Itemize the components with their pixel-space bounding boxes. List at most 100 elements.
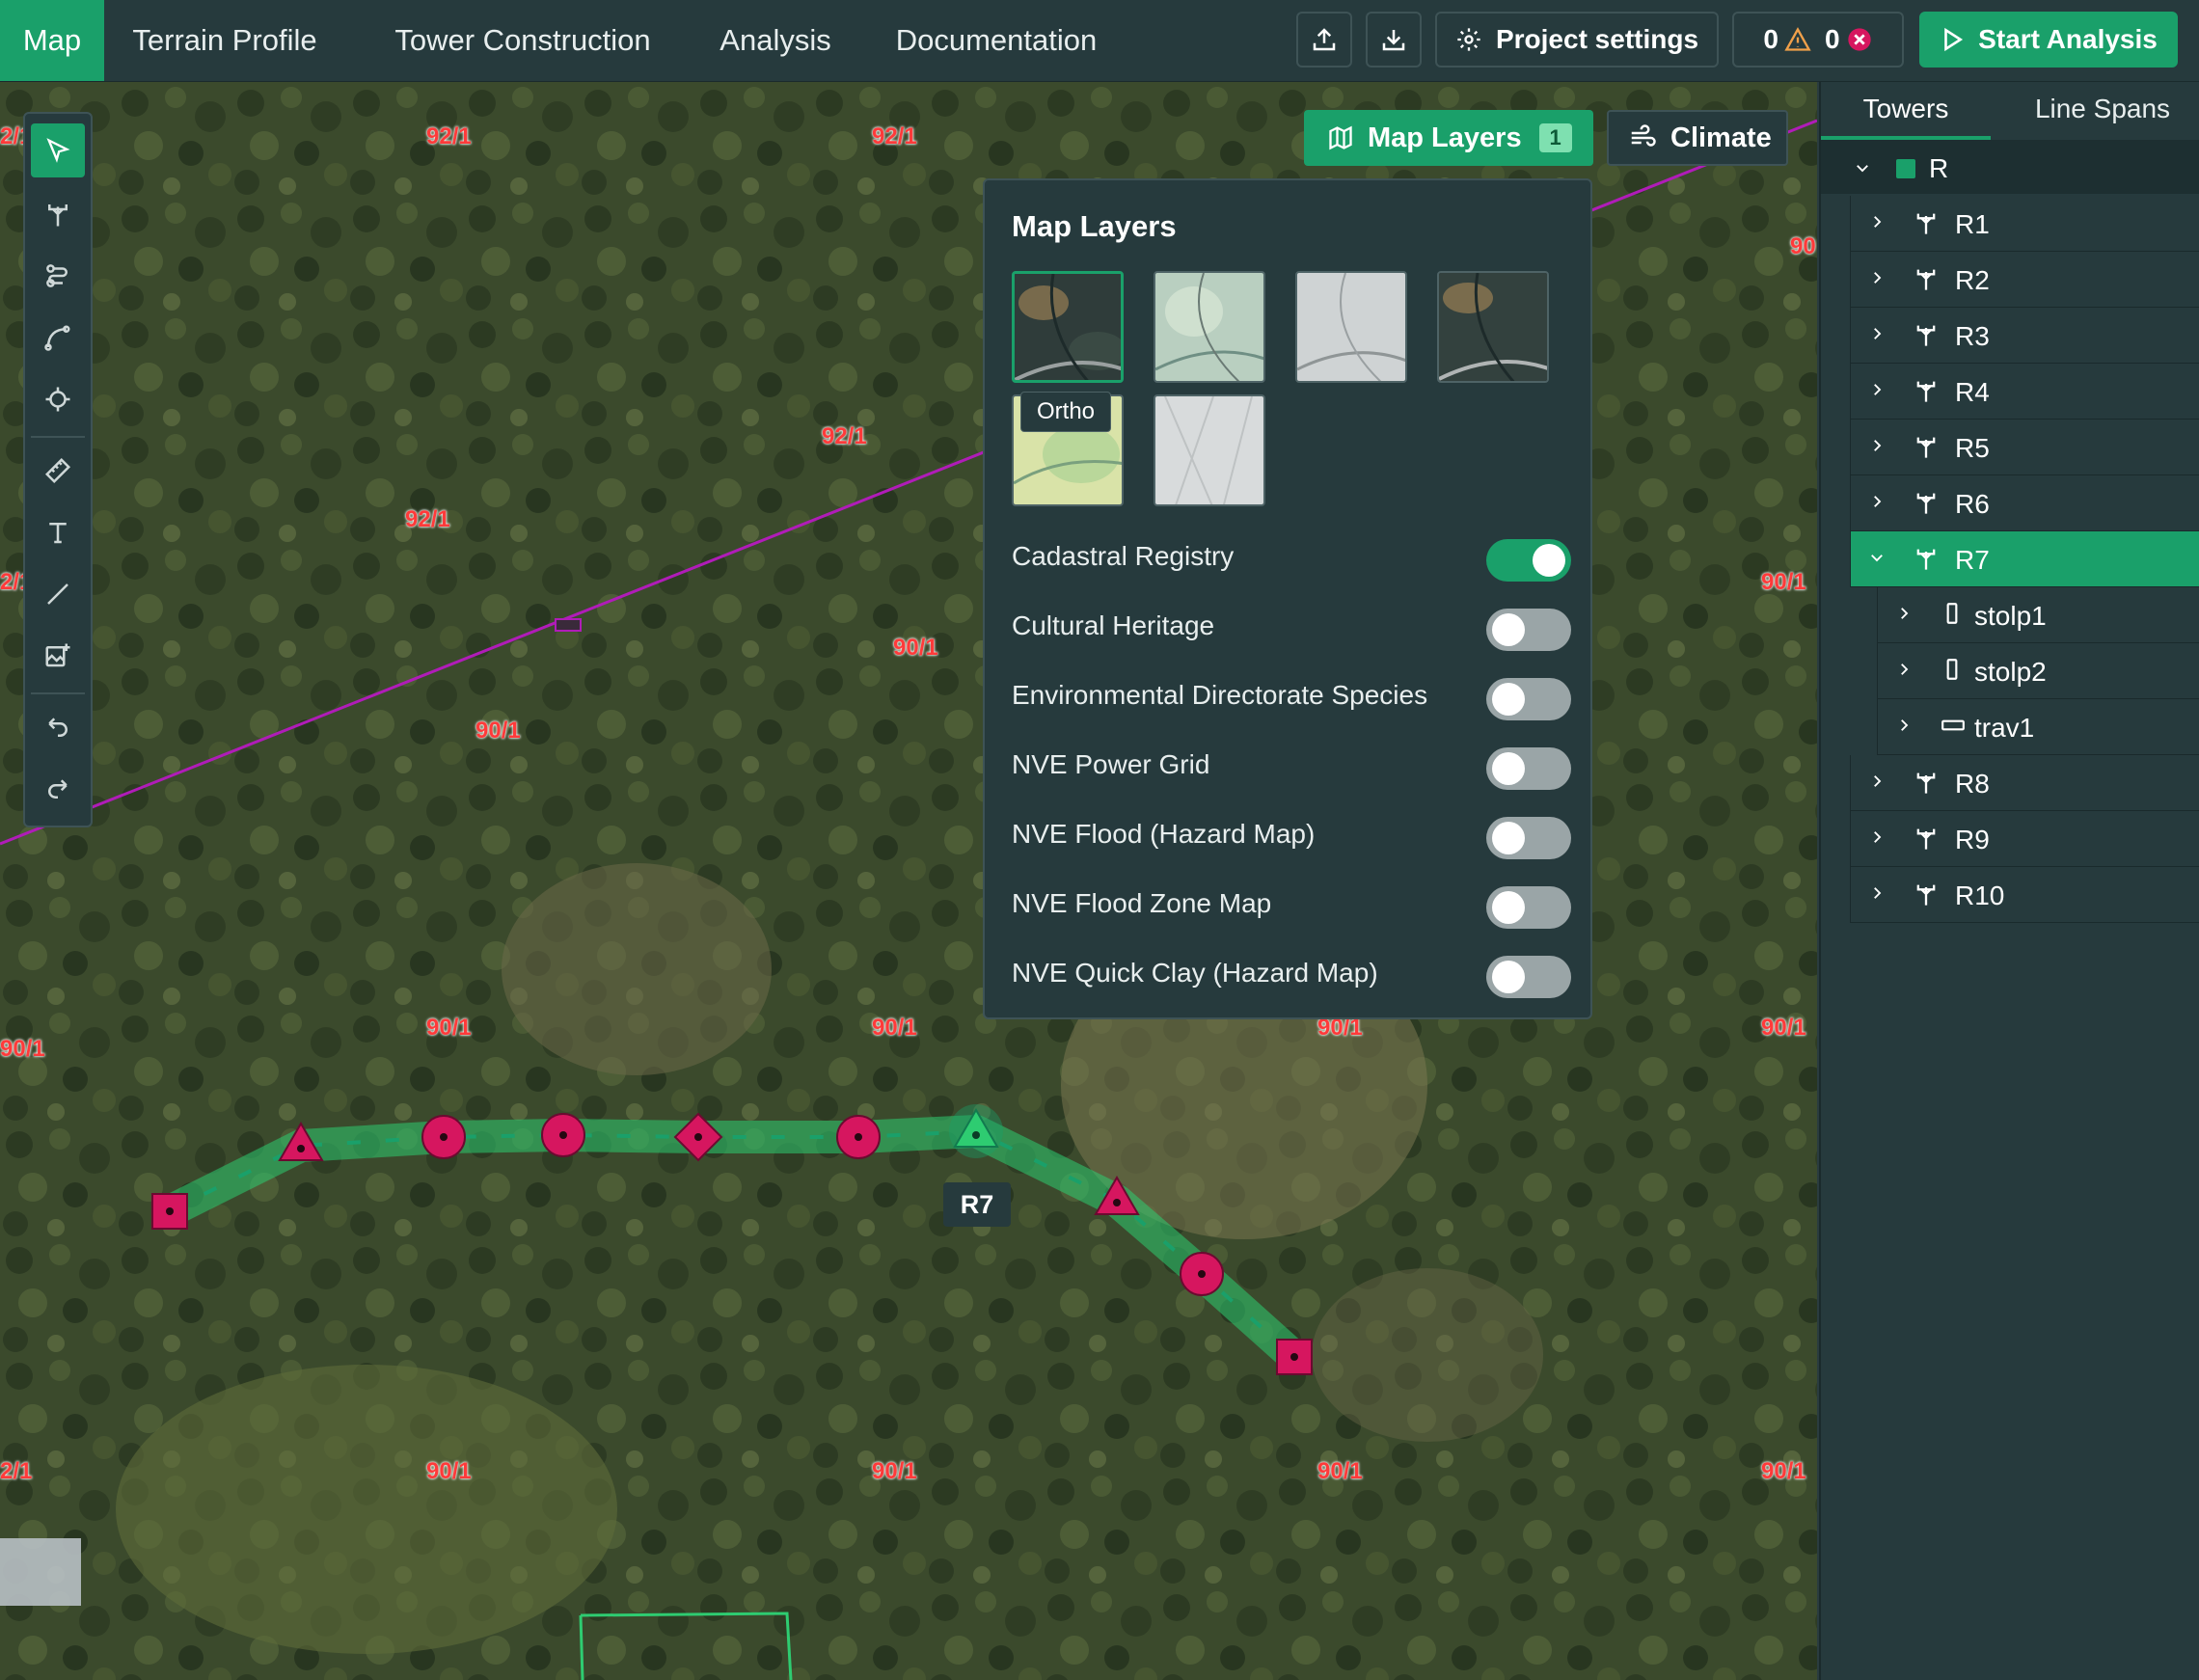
tree-tower-r8[interactable]: R8: [1850, 755, 2199, 811]
tree-tower-label: R7: [1955, 545, 1990, 575]
basemap-grey[interactable]: [1295, 271, 1407, 383]
curve-tool-button[interactable]: [31, 311, 85, 365]
start-analysis-button[interactable]: Start Analysis: [1919, 12, 2178, 68]
layer-label: NVE Quick Clay (Hazard Map): [1012, 958, 1378, 988]
nve-flood-zone-toggle[interactable]: [1486, 886, 1571, 929]
tower-marker-r4[interactable]: [541, 1113, 585, 1157]
map-layers-panel: Map Layers Cadastral Registry Cultural H…: [983, 178, 1592, 1019]
tower-icon: [1916, 828, 1936, 850]
nve-quick-clay-toggle[interactable]: [1486, 956, 1571, 998]
chevron-right-icon[interactable]: [1868, 213, 1886, 230]
layer-row-nve-flood-hazard: NVE Flood (Hazard Map): [1012, 805, 1571, 863]
tower-marker-r7[interactable]: [949, 1104, 1003, 1158]
basemap-ortho-dark[interactable]: [1012, 271, 1124, 383]
tree-tower-r10[interactable]: R10: [1850, 867, 2199, 923]
tower-marker-r2[interactable]: [278, 1122, 324, 1161]
locate-tool-button[interactable]: [31, 372, 85, 426]
layer-row-cultural-heritage: Cultural Heritage: [1012, 597, 1571, 655]
tree-tower-r6[interactable]: R6: [1850, 475, 2199, 531]
tab-map[interactable]: Map: [0, 0, 104, 81]
cadastral-registry-toggle[interactable]: [1486, 539, 1571, 582]
tree-tower-label: R9: [1955, 825, 1990, 854]
tree-tower-r1[interactable]: R1: [1850, 196, 2199, 252]
upload-icon: [1313, 28, 1336, 51]
tower-marker-r9[interactable]: [1180, 1252, 1224, 1296]
basemap-light-grey[interactable]: [1154, 394, 1265, 506]
add-image-tool-button[interactable]: [31, 629, 85, 683]
basemap-topographic[interactable]: [1154, 271, 1265, 383]
start-analysis-label: Start Analysis: [1978, 24, 2158, 54]
tower-marker-r10[interactable]: [1276, 1339, 1313, 1375]
text-tool-button[interactable]: [31, 505, 85, 559]
route-tool-button[interactable]: [31, 249, 85, 303]
cursor-icon: [46, 138, 70, 163]
tree-component-trav1[interactable]: trav1: [1877, 699, 2199, 755]
chevron-right-icon[interactable]: [1868, 493, 1886, 510]
chevron-right-icon[interactable]: [1868, 325, 1886, 342]
tree-tower-r7[interactable]: R7: [1850, 531, 2199, 587]
import-button[interactable]: [1366, 12, 1422, 68]
climate-button[interactable]: Climate: [1607, 110, 1788, 166]
environmental-species-toggle[interactable]: [1486, 678, 1571, 720]
tree-tower-r3[interactable]: R3: [1850, 308, 2199, 364]
cultural-heritage-toggle[interactable]: [1486, 609, 1571, 651]
map-layers-button[interactable]: Map Layers 1: [1304, 110, 1593, 166]
tower-marker-r8[interactable]: [1094, 1176, 1140, 1215]
issues-indicator[interactable]: 0 0: [1732, 12, 1904, 68]
layer-row-cadastral-registry: Cadastral Registry: [1012, 528, 1571, 585]
line-icon: [47, 583, 68, 605]
chevron-right-icon[interactable]: [1868, 437, 1886, 454]
tree-tower-r4[interactable]: R4: [1850, 364, 2199, 420]
chevron-right-icon[interactable]: [1895, 605, 1913, 622]
tower-marker-r3[interactable]: [421, 1115, 466, 1159]
tree-tower-label: R3: [1955, 321, 1990, 351]
tab-line-spans[interactable]: Line Spans: [2006, 82, 2199, 136]
nve-flood-hazard-toggle[interactable]: [1486, 817, 1571, 859]
chevron-right-icon[interactable]: [1895, 661, 1913, 678]
chevron-right-icon[interactable]: [1868, 772, 1886, 790]
redo-button[interactable]: [31, 762, 85, 816]
tree-component-stolp1[interactable]: stolp1: [1877, 587, 2199, 643]
chevron-right-icon[interactable]: [1895, 717, 1913, 734]
layer-label: Environmental Directorate Species: [1012, 680, 1428, 710]
chevron-right-icon[interactable]: [1868, 884, 1886, 902]
tab-terrain-profile[interactable]: Terrain Profile: [114, 0, 336, 81]
line-tool-button[interactable]: [31, 567, 85, 621]
parcel-label: 90/1: [872, 1015, 917, 1041]
tree-component-stolp2[interactable]: stolp2: [1877, 643, 2199, 699]
tab-tower-construction[interactable]: Tower Construction: [372, 0, 673, 81]
tab-towers[interactable]: Towers: [1821, 82, 1991, 140]
undo-button[interactable]: [31, 700, 85, 754]
chevron-right-icon[interactable]: [1868, 828, 1886, 846]
tree-root-row[interactable]: R: [1821, 140, 2199, 194]
tab-analysis[interactable]: Analysis: [704, 0, 847, 81]
layer-row-environmental-species: Environmental Directorate Species: [1012, 666, 1571, 724]
tab-documentation[interactable]: Documentation: [880, 0, 1113, 81]
tower-marker-r5[interactable]: [673, 1112, 723, 1162]
tree-tower-label: R10: [1955, 881, 2005, 910]
chevron-right-icon[interactable]: [1868, 381, 1886, 398]
layer-label: NVE Power Grid: [1012, 749, 1210, 779]
measure-tool-button[interactable]: [31, 444, 85, 498]
chevron-right-icon[interactable]: [1868, 269, 1886, 286]
select-tool-button[interactable]: [31, 123, 85, 177]
add-tower-tool-button[interactable]: [31, 187, 85, 241]
undo-icon: [48, 718, 68, 737]
errors-count: 0: [1825, 24, 1840, 54]
chevron-down-icon[interactable]: [1868, 549, 1886, 566]
project-settings-button[interactable]: Project settings: [1435, 12, 1719, 68]
tree-tower-r2[interactable]: R2: [1850, 252, 2199, 308]
basemap-tooltip: Ortho: [1020, 392, 1111, 432]
parcel-label: 90/1: [1761, 569, 1806, 595]
selected-tower-label[interactable]: R7: [943, 1182, 1011, 1227]
parcel-label: 90/1: [426, 1458, 472, 1484]
parcel-label: 90/1: [0, 1036, 45, 1062]
export-button[interactable]: [1296, 12, 1352, 68]
tower-marker-r1[interactable]: [151, 1193, 188, 1230]
nve-power-grid-toggle[interactable]: [1486, 747, 1571, 790]
tree-tower-r5[interactable]: R5: [1850, 420, 2199, 475]
pole-icon: [1946, 659, 1958, 680]
basemap-ortho-hybrid[interactable]: [1437, 271, 1549, 383]
tree-tower-r9[interactable]: R9: [1850, 811, 2199, 867]
tower-marker-r6[interactable]: [836, 1115, 881, 1159]
